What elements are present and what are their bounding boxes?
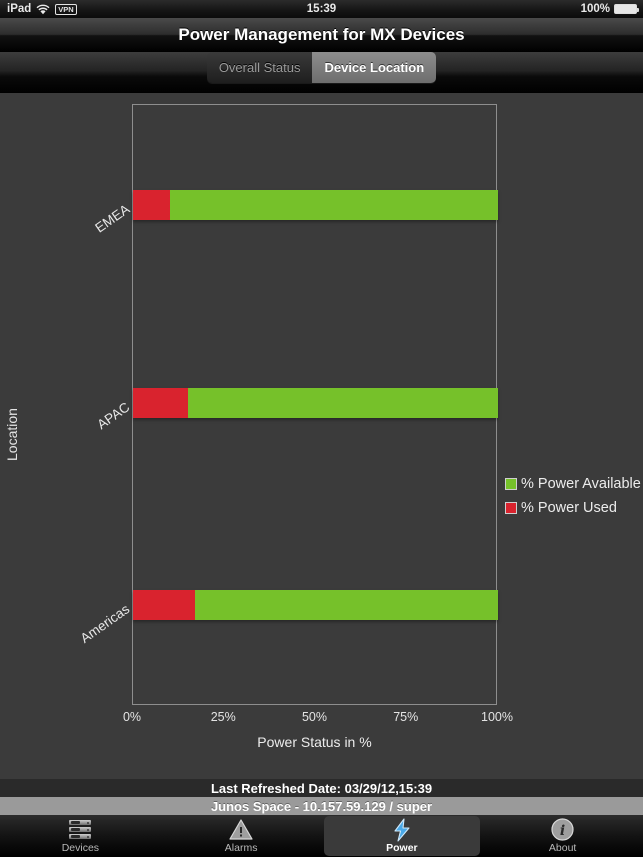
last-refreshed-bar: Last Refreshed Date: 03/29/12,15:39 <box>0 779 643 797</box>
bar-segment-power-used <box>133 388 188 418</box>
x-tick-100: 100% <box>481 710 513 724</box>
lightning-bolt-icon <box>392 817 412 842</box>
chart-plot-area <box>132 104 498 705</box>
x-tick-0: 0% <box>122 710 142 724</box>
tab-device-location[interactable]: Device Location <box>312 52 437 83</box>
warning-triangle-icon <box>229 819 253 841</box>
tab-bar-label-power: Power <box>386 841 418 854</box>
tab-overall-status[interactable]: Overall Status <box>206 52 313 83</box>
chart-x-axis-ticks: 0% 25% 50% 75% 100% <box>123 710 513 728</box>
chart-x-axis-label: Power Status in % <box>257 734 372 750</box>
bar-emea[interactable] <box>133 190 498 220</box>
bar-segment-power-used <box>133 190 170 220</box>
category-label-emea: EMEA <box>92 201 133 236</box>
segmented-control-bar: Overall Status Device Location <box>0 52 643 93</box>
info-circle-icon: i <box>551 818 574 841</box>
tab-bar-label-devices: Devices <box>61 841 100 854</box>
tab-bar-item-devices[interactable]: Devices <box>2 816 159 856</box>
legend-item-power-available: % Power Available <box>505 476 641 492</box>
category-label-apac: APAC <box>94 399 133 433</box>
bar-segment-power-available <box>187 388 498 418</box>
page-title: Power Management for MX Devices <box>178 25 465 44</box>
server-info-bar: Junos Space - 10.157.59.129 / super <box>0 797 643 815</box>
svg-text:i: i <box>560 823 565 839</box>
legend-item-power-used: % Power Used <box>505 500 641 516</box>
bar-segment-power-available <box>169 190 498 220</box>
tab-bar-label-alarms: Alarms <box>224 841 258 854</box>
x-tick-25: 25% <box>210 710 236 724</box>
legend-label-power-available: % Power Available <box>521 476 641 492</box>
x-tick-50: 50% <box>301 710 328 724</box>
status-bar-right: 100% <box>580 3 639 15</box>
title-bar: Power Management for MX Devices <box>0 18 643 52</box>
bottom-tab-bar: Devices Alarms Power i About <box>0 815 643 857</box>
battery-percent-label: 100% <box>580 3 610 15</box>
bar-segment-power-used <box>133 590 196 620</box>
ios-status-bar: iPad VPN 15:39 100% <box>0 0 643 18</box>
server-info-label: Junos Space - 10.157.59.129 / super <box>210 798 433 814</box>
app-root: iPad VPN 15:39 100% Power Management for… <box>0 0 643 857</box>
legend-label-power-used: % Power Used <box>521 500 617 516</box>
tab-bar-item-alarms[interactable]: Alarms <box>163 816 320 856</box>
battery-full-icon <box>614 4 639 14</box>
chart-container: Location EMEA APAC Americas 0% 25% 50% 7… <box>0 93 643 771</box>
chart-legend: % Power Available % Power Used <box>505 476 641 524</box>
view-segmented-control[interactable]: Overall Status Device Location <box>206 52 437 83</box>
bar-americas[interactable] <box>133 590 498 620</box>
tab-bar-item-about[interactable]: i About <box>484 816 641 856</box>
tab-bar-label-about: About <box>548 841 577 854</box>
clock-label: 15:39 <box>306 3 337 15</box>
bar-apac[interactable] <box>133 388 498 418</box>
bar-segment-power-available <box>195 590 498 620</box>
server-rack-icon <box>69 819 92 841</box>
last-refreshed-label: Last Refreshed Date: 03/29/12,15:39 <box>210 780 433 796</box>
category-label-americas: Americas <box>77 601 133 646</box>
x-tick-75: 75% <box>393 710 419 724</box>
legend-swatch-red <box>505 502 517 514</box>
tab-bar-item-power[interactable]: Power <box>323 816 481 856</box>
legend-swatch-green <box>505 478 517 490</box>
chart-y-axis-label: Location <box>4 408 20 461</box>
